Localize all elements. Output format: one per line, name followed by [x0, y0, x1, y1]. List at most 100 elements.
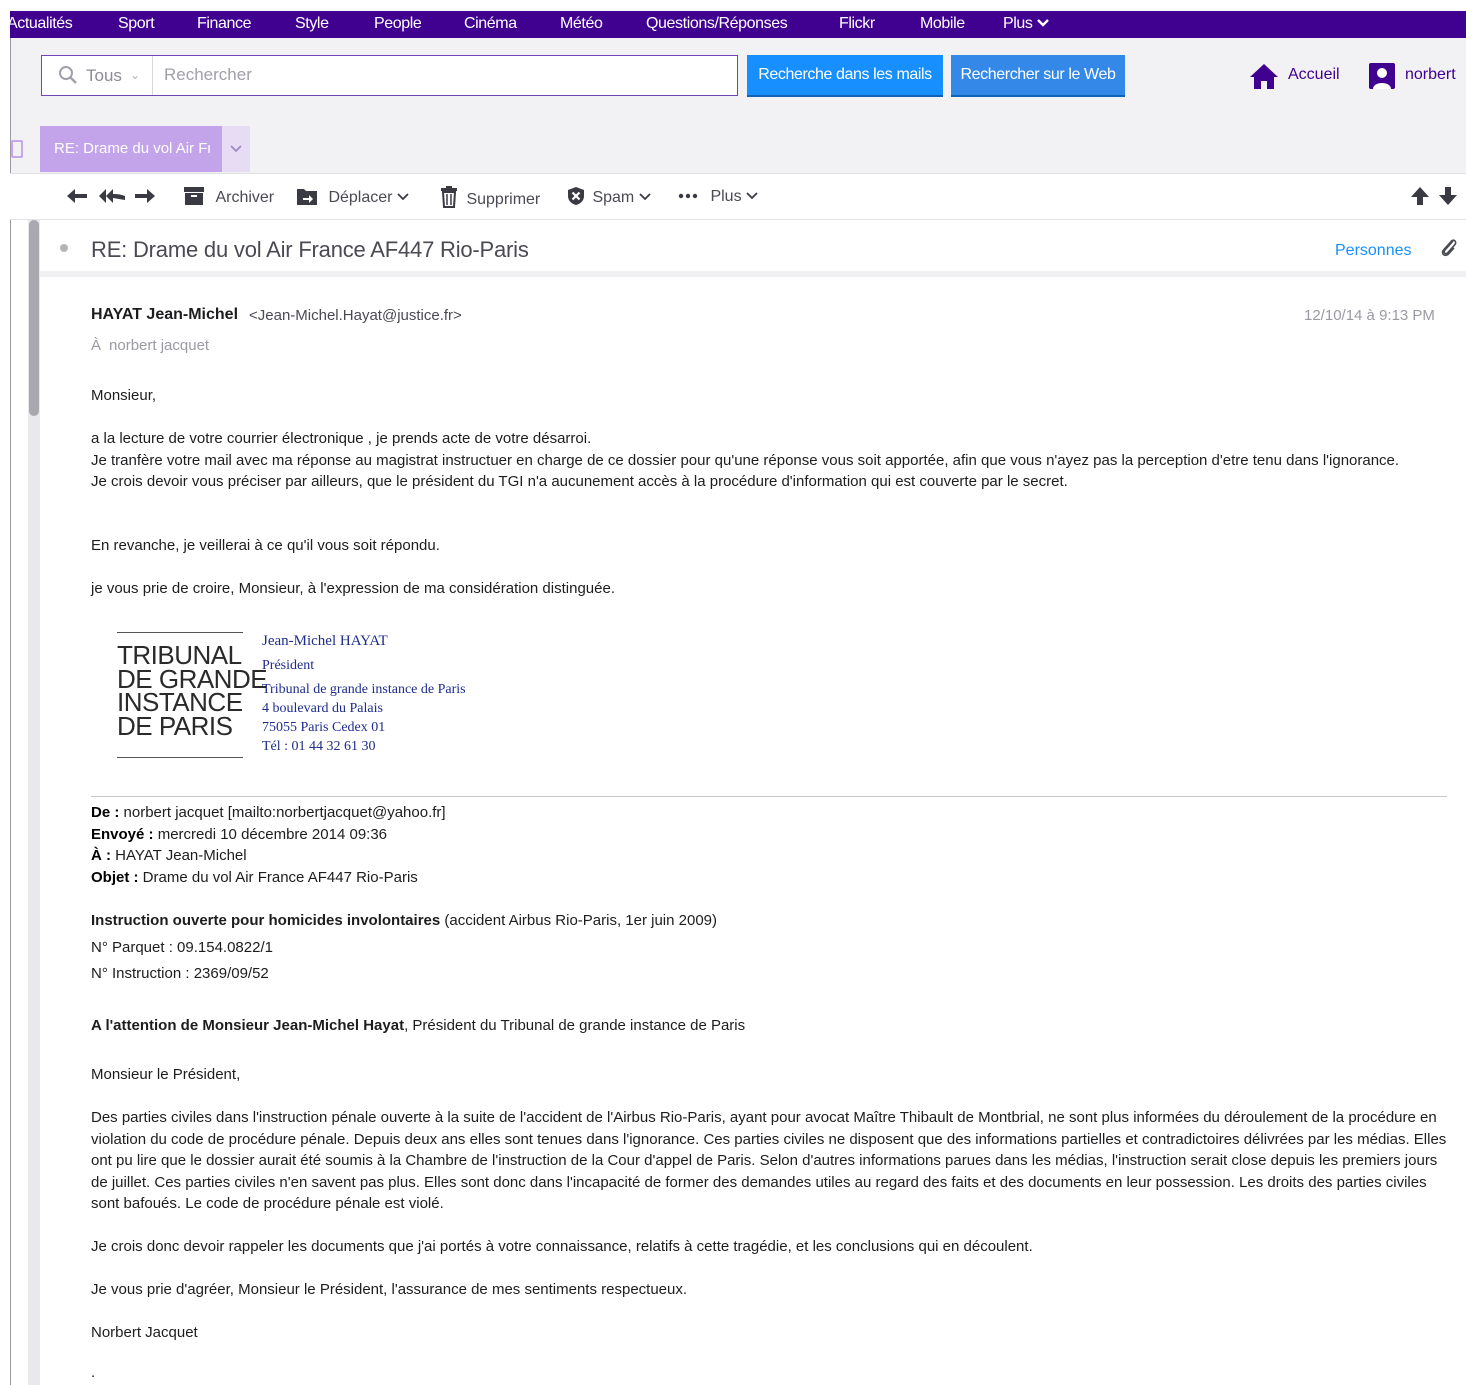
original-paragraph-3: Je vous prie d'agréer, Monsieur le Prési… — [91, 1279, 1451, 1301]
arrow-down-icon — [1439, 187, 1457, 205]
attention-title: , Président du Tribunal de grande instan… — [404, 1017, 746, 1034]
quoted-subject-value: Drame du vol Air France AF447 Rio-Paris — [142, 868, 418, 886]
quoted-to: À : HAYAT Jean-Michel — [91, 845, 446, 867]
quoted-to-value: HAYAT Jean-Michel — [115, 847, 247, 864]
reply-all-button[interactable] — [98, 186, 126, 208]
tribunal-logo: TRIBUNAL DE GRANDE INSTANCE DE PARIS — [117, 632, 268, 758]
logo-line-4: DE PARIS — [117, 710, 233, 741]
nav-finance[interactable]: Finance — [197, 11, 252, 38]
quoted-from-value: norbert jacquet [mailto:norbertjacquet@y… — [123, 804, 446, 821]
reply-button[interactable] — [66, 186, 88, 208]
nav-meteo[interactable]: Météo — [560, 11, 603, 38]
recipient-name[interactable]: norbert jacquet — [109, 337, 209, 354]
reply-line-3: Je crois devoir vous préciser par ailleu… — [91, 473, 1068, 490]
sender-email[interactable]: <Jean-Michel.Hayat@justice.fr> — [249, 307, 462, 324]
message-date: 12/10/14 à 9:13 PM — [1304, 307, 1435, 324]
people-link[interactable]: Personnes — [1335, 242, 1412, 260]
original-paragraph-1-text: Des parties civiles dans l'instruction p… — [91, 1109, 1447, 1212]
nav-flickr[interactable]: Flickr — [839, 11, 875, 38]
case-title-line: Instruction ouverte pour homicides invol… — [91, 910, 1451, 932]
read-status-dot[interactable] — [60, 244, 68, 252]
chevron-down-icon: ⌄ — [130, 68, 141, 82]
recipient-prefix: À — [91, 337, 102, 354]
archive-icon — [184, 187, 204, 205]
search-box: Tous ⌄ — [41, 55, 738, 96]
reply-greeting-text: Monsieur, — [91, 387, 157, 404]
user-name-link[interactable]: norbert — [1405, 66, 1456, 84]
forward-button[interactable] — [134, 186, 156, 208]
original-signoff-text: Norbert Jacquet — [91, 1324, 198, 1341]
spam-icon — [568, 187, 584, 205]
signature-role: Président — [262, 658, 315, 673]
nav-people[interactable]: People — [374, 11, 422, 38]
nav-actualites[interactable]: Actualités — [7, 11, 73, 38]
home-link[interactable]: Accueil — [1288, 66, 1340, 84]
archive-button[interactable]: Archiver — [183, 186, 274, 209]
previous-message-button[interactable] — [1410, 186, 1430, 209]
delete-button[interactable]: Supprimer — [440, 186, 540, 211]
home-icon[interactable] — [1248, 62, 1280, 90]
quoted-header: De : norbert jacquet [mailto:norbertjacq… — [91, 802, 446, 888]
trash-icon — [441, 186, 457, 208]
forward-icon — [135, 189, 155, 203]
original-paragraph-2-text: Je crois donc devoir rappeler les docume… — [91, 1238, 1033, 1255]
nav-mobile[interactable]: Mobile — [920, 11, 965, 38]
chevron-down-icon — [639, 193, 651, 201]
nav-sport[interactable]: Sport — [118, 11, 155, 38]
search-scope-dropdown[interactable]: Tous ⌄ — [42, 56, 153, 95]
quoted-subject-label: Objet : — [91, 868, 139, 886]
quoted-sent-value: mercredi 10 décembre 2014 09:36 — [157, 825, 388, 843]
quoted-sent-label: Envoyé : — [91, 825, 154, 843]
next-message-button[interactable] — [1438, 186, 1458, 209]
spam-label: Spam — [592, 189, 635, 206]
chevron-down-icon — [397, 193, 409, 201]
chevron-down-icon — [230, 145, 242, 153]
scrollbar-thumb[interactable] — [29, 220, 39, 416]
quoted-sent: Envoyé : mercredi 10 décembre 2014 09:36 — [91, 824, 446, 846]
search-input[interactable] — [154, 56, 734, 93]
trailing-dot: . — [91, 1362, 1451, 1384]
signature-name: Jean-Michel HAYAT — [262, 633, 388, 649]
signature-address-1: 4 boulevard du Palais — [262, 701, 383, 716]
user-icon[interactable] — [1369, 63, 1395, 89]
tab-menu-chevron[interactable] — [222, 126, 250, 172]
sender-name[interactable]: HAYAT Jean-Michel — [91, 306, 238, 324]
chevron-down-icon — [1036, 19, 1049, 27]
paperclip-icon[interactable] — [1440, 236, 1458, 258]
recipient-line: Ànorbert jacquet — [91, 337, 209, 354]
original-paragraph-3-text: Je vous prie d'agréer, Monsieur le Prési… — [91, 1281, 688, 1298]
instruction-number: N° Instruction : 2369/09/52 — [91, 965, 269, 982]
original-paragraph-2: Je crois donc devoir rappeler les docume… — [91, 1236, 1451, 1258]
search-icon — [59, 66, 77, 84]
nav-cinema[interactable]: Cinéma — [464, 11, 517, 38]
reply-line-1: a la lecture de votre courrier électroni… — [91, 430, 592, 447]
top-nav-bar: Actualités Sport Finance Style People Ci… — [7, 11, 1466, 38]
signature-address-2: 75055 Paris Cedex 01 — [262, 720, 386, 735]
case-numbers: N° Parquet : 09.154.0822/1 N° Instructio… — [91, 935, 1451, 987]
search-web-button[interactable]: Rechercher sur le Web — [951, 55, 1125, 97]
salutation: Monsieur le Président, — [91, 1064, 1451, 1086]
parquet-number: N° Parquet : 09.154.0822/1 — [91, 939, 273, 956]
nav-plus[interactable]: Plus — [1003, 11, 1049, 38]
more-button[interactable]: Plus — [678, 186, 758, 208]
message-subject: RE: Drame du vol Air France AF447 Rio-Pa… — [91, 237, 529, 262]
reply-line-2: Je tranfère votre mail avec ma réponse a… — [91, 451, 1400, 469]
move-icon — [297, 189, 317, 205]
signature-org: Tribunal de grande instance de Paris — [262, 682, 466, 697]
search-mail-button[interactable]: Recherche dans les mails — [747, 55, 943, 97]
chevron-down-icon — [746, 192, 758, 200]
reply-paragraph-1: a la lecture de votre courrier électroni… — [91, 428, 1451, 493]
quoted-to-label: À : — [91, 847, 111, 864]
reply-paragraph-2-text: En revanche, je veillerai à ce qu'il vou… — [91, 537, 440, 554]
nav-questions-reponses[interactable]: Questions/Réponses — [646, 11, 788, 38]
tab-message[interactable]: RE: Drame du vol Air France AF447 Rio-Pa… — [40, 126, 222, 172]
original-signoff: Norbert Jacquet — [91, 1322, 1451, 1344]
more-label: Plus — [710, 188, 742, 205]
move-button[interactable]: Déplacer — [296, 186, 409, 209]
attention-line: A l'attention de Monsieur Jean-Michel Ha… — [91, 1015, 1451, 1037]
quoted-from: De : norbert jacquet [mailto:norbertjacq… — [91, 802, 446, 824]
nav-style[interactable]: Style — [295, 11, 329, 38]
arrow-up-icon — [1411, 187, 1429, 205]
spam-button[interactable]: Spam — [566, 186, 651, 209]
compose-icon[interactable] — [11, 140, 23, 158]
